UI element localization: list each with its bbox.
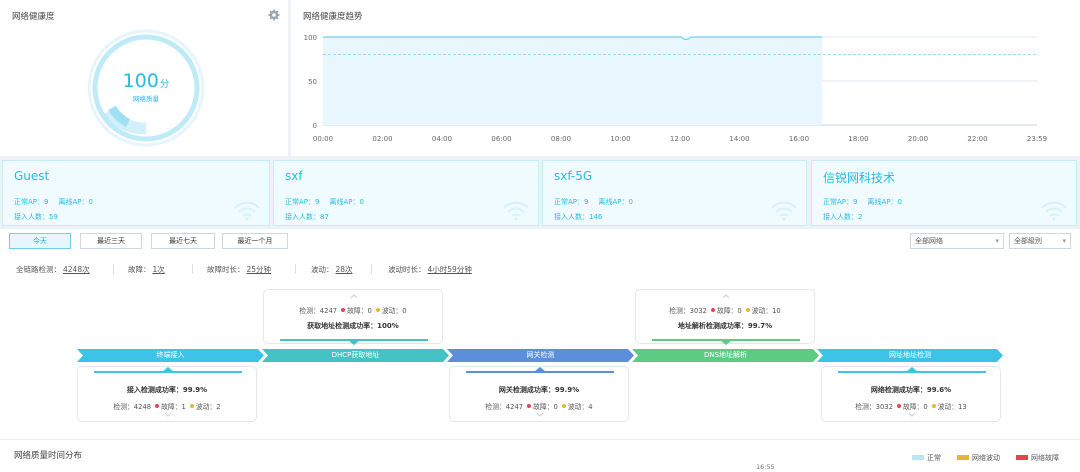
ssid-card-sxf-5g[interactable]: sxf-5G 正常AP：9 离线AP：0 接入人数：146 xyxy=(542,160,807,226)
ssid-users: 接入人数：2 xyxy=(823,213,863,221)
wifi-icon xyxy=(1041,201,1067,221)
x-tick-label: 22:00 xyxy=(967,135,987,143)
x-tick-label: 14:00 xyxy=(729,135,749,143)
x-tick-label: 23:59 xyxy=(1027,135,1047,143)
legend-fault: 网络故障 xyxy=(1016,453,1059,463)
step-counts: 检测：4248 故障：1 波动：2 xyxy=(113,403,221,411)
x-tick-label: 12:00 xyxy=(670,135,690,143)
chevron-up-icon[interactable] xyxy=(722,293,730,299)
x-tick-label: 02:00 xyxy=(372,135,392,143)
legend-wave: 网络波动 xyxy=(957,453,1000,463)
network-select[interactable]: 全部网络 ▾ xyxy=(910,233,1004,249)
ssid-name: sxf xyxy=(285,169,303,183)
step-counts: 检测：3032 故障：0 波动：13 xyxy=(855,403,967,411)
x-tick-label: 08:00 xyxy=(551,135,571,143)
step-rate: 网络检测成功率：99.6% xyxy=(870,386,952,394)
y-tick-label: 0 xyxy=(313,122,317,130)
ssid-card-xinrui[interactable]: 信锐网科技术 正常AP：9 离线AP：0 接入人数：2 xyxy=(811,160,1077,226)
step-label: DNS地址解析 xyxy=(703,351,748,359)
step-detail-gateway[interactable]: 网关检测成功率：99.9% 检测：4247 故障：0 波动：4 xyxy=(449,366,629,422)
stat-total-link[interactable]: 4248次 xyxy=(63,265,90,274)
y-tick-label: 50 xyxy=(308,78,317,86)
x-tick-label: 06:00 xyxy=(491,135,511,143)
ssid-name: 信锐网科技术 xyxy=(823,171,896,185)
step-rate: 网关检测成功率：99.9% xyxy=(498,386,580,394)
x-tick-label: 18:00 xyxy=(848,135,868,143)
chevron-down-icon[interactable] xyxy=(908,412,916,418)
health-score-panel: 网络健康度 100分 网络质量 xyxy=(0,0,288,156)
step-access[interactable]: 终端接入 xyxy=(77,349,264,362)
chevron-down-icon: ▾ xyxy=(1062,237,1066,245)
health-score-label: 网络质量 xyxy=(133,95,159,103)
ssid-users: 接入人数：146 xyxy=(554,213,603,221)
x-tick-label: 16:00 xyxy=(789,135,809,143)
ssid-ap-counts: 正常AP：9 离线AP：0 xyxy=(285,198,364,206)
chevron-down-icon[interactable] xyxy=(536,412,544,418)
step-url[interactable]: 网址地址检测 xyxy=(817,349,1003,362)
wifi-icon xyxy=(771,201,797,221)
trend-chart: 100 50 0 00:00 02:00 04:00 06:00 08:00 10:00 12:0… xyxy=(304,34,1047,143)
step-rate: 获取地址检测成功率：100% xyxy=(307,322,399,330)
step-dns[interactable]: DNS地址解析 xyxy=(632,349,819,362)
trend-area xyxy=(323,37,822,125)
stat-wave-link[interactable]: 28次 xyxy=(336,265,353,274)
step-dhcp[interactable]: DHCP获取地址 xyxy=(262,349,449,362)
ssid-card-guest[interactable]: Guest 正常AP：9 离线AP：0 接入人数：59 xyxy=(2,160,270,226)
ssid-card-sxf[interactable]: sxf 正常AP：9 离线AP：0 接入人数：87 xyxy=(273,160,539,226)
ssid-name: Guest xyxy=(14,169,50,183)
step-detail-dhcp[interactable]: 检测：4247 故障：0 波动：0 获取地址检测成功率：100% xyxy=(263,289,443,345)
stat-wave-duration-link[interactable]: 4小时59分钟 xyxy=(428,265,472,274)
stat-wave-duration: 波动时长： 4小时59分钟 xyxy=(388,265,472,274)
stat-wave: 波动： 28次 xyxy=(311,265,353,274)
ssid-ap-counts: 正常AP：9 离线AP：0 xyxy=(554,198,633,206)
step-detail-access[interactable]: 接入检测成功率：99.9% 检测：4248 故障：1 波动：2 xyxy=(77,366,257,422)
step-counts: 检测：4247 故障：0 波动：4 xyxy=(485,403,593,411)
step-detail-dns[interactable]: 检测：3032 故障：0 波动：10 地址解析检测成功率：99.7% xyxy=(635,289,815,345)
stat-fault-link[interactable]: 1次 xyxy=(153,265,165,274)
x-tick-label: 00:00 xyxy=(313,135,333,143)
range-3days-button[interactable]: 最近三天 xyxy=(80,233,142,249)
x-tick-label: 04:00 xyxy=(432,135,452,143)
x-tick-label: 10:00 xyxy=(610,135,630,143)
time-marker: 16:55 xyxy=(756,463,775,471)
chevron-down-icon[interactable] xyxy=(164,412,172,418)
ssid-ap-counts: 正常AP：9 离线AP：0 xyxy=(14,198,93,206)
wifi-icon xyxy=(503,201,529,221)
y-tick-label: 100 xyxy=(304,34,317,42)
step-label: 终端接入 xyxy=(156,351,185,359)
range-today-button[interactable]: 今天 xyxy=(9,233,71,249)
ssid-name: sxf-5G xyxy=(554,169,593,183)
ssid-users: 接入人数：59 xyxy=(14,213,58,221)
step-label: DHCP获取地址 xyxy=(331,351,380,359)
step-label: 网址地址检测 xyxy=(889,351,931,359)
chevron-down-icon: ▾ xyxy=(995,237,999,245)
step-rate: 地址解析检测成功率：99.7% xyxy=(677,322,773,330)
ssid-ap-counts: 正常AP：9 离线AP：0 xyxy=(823,198,902,206)
step-gateway[interactable]: 网关检测 xyxy=(447,349,634,362)
step-rate: 接入检测成功率：99.9% xyxy=(126,386,208,394)
stat-total: 全链路检测： 4248次 xyxy=(16,265,90,274)
stat-fault-duration: 故障时长： 25分钟 xyxy=(207,265,272,274)
x-tick-label: 20:00 xyxy=(908,135,928,143)
health-title: 网络健康度 xyxy=(12,12,55,22)
chevron-up-icon[interactable] xyxy=(350,293,358,299)
wifi-icon xyxy=(234,201,260,221)
range-month-button[interactable]: 最近一个月 xyxy=(222,233,288,249)
step-counts: 检测：4247 故障：0 波动：0 xyxy=(299,307,407,315)
step-counts: 检测：3032 故障：0 波动：10 xyxy=(669,307,781,315)
gear-icon[interactable] xyxy=(268,9,280,21)
legend-normal: 正常 xyxy=(912,453,941,463)
stat-fault: 故障： 1次 xyxy=(128,265,165,274)
step-label: 网关检测 xyxy=(526,351,555,359)
level-select[interactable]: 全部級別 ▾ xyxy=(1009,233,1071,249)
distribution-title: 网络质量时间分布 xyxy=(14,451,83,461)
health-trend-panel: 网络健康度趋势 100 50 0 00:00 02:00 04:00 06:00 08:00 1… xyxy=(291,0,1080,156)
range-7days-button[interactable]: 最近七天 xyxy=(151,233,215,249)
stat-fault-duration-link[interactable]: 25分钟 xyxy=(247,265,272,274)
health-score: 100分 xyxy=(122,70,170,92)
step-detail-url[interactable]: 网络检测成功率：99.6% 检测：3032 故障：0 波动：13 xyxy=(821,366,1001,422)
ssid-users: 接入人数：87 xyxy=(285,213,329,221)
